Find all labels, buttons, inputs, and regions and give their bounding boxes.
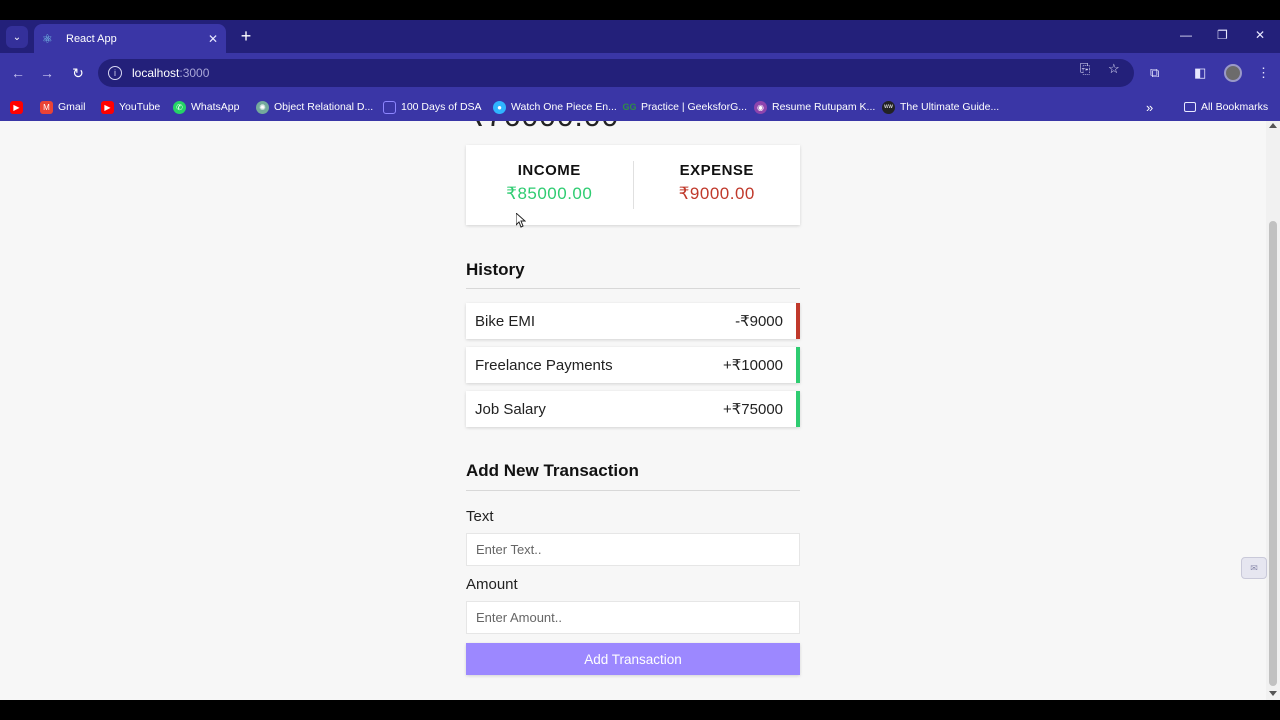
transaction-amount: +₹75000 — [722, 401, 783, 418]
geeksforgeeks-icon: GG — [622, 102, 637, 112]
extensions-icon[interactable]: ⧉ — [1150, 65, 1159, 81]
play-icon: ● — [493, 100, 506, 114]
tab-search-chevron-icon[interactable]: ⌄ — [6, 26, 28, 48]
bookmark-item[interactable]: M Gmail — [40, 99, 85, 115]
bookmark-item[interactable]: ww The Ultimate Guide... — [882, 99, 999, 115]
restore-icon[interactable]: ❐ — [1217, 28, 1228, 42]
bookmark-label: Practice | GeeksforG... — [641, 101, 748, 113]
bookmark-label: Object Relational D... — [274, 101, 374, 113]
text-input[interactable] — [466, 533, 800, 566]
url-port: :3000 — [179, 66, 210, 80]
bookmark-item[interactable]: ▶ — [10, 99, 28, 115]
amount-label: Amount — [466, 576, 518, 593]
bookmark-label: Gmail — [58, 101, 86, 113]
folder-icon — [1184, 102, 1196, 112]
transaction-amount: +₹10000 — [722, 357, 783, 374]
transaction-text: Freelance Payments — [475, 356, 613, 374]
profile-avatar[interactable] — [1224, 64, 1242, 82]
back-arrow-icon[interactable]: ← — [9, 64, 27, 82]
url-host: localhost — [132, 66, 180, 80]
bookmark-label: YouTube — [119, 101, 161, 113]
page-scrollbar[interactable] — [1266, 121, 1280, 700]
floating-widget-icon[interactable]: ✉ — [1241, 557, 1267, 579]
bookmark-star-icon[interactable]: ☆ — [1108, 61, 1120, 77]
history-title: History — [466, 260, 525, 279]
all-bookmarks-label: All Bookmarks — [1201, 101, 1269, 113]
scroll-thumb[interactable] — [1269, 221, 1277, 686]
address-bar[interactable]: i localhost :3000 — [98, 59, 1134, 87]
tab-strip: ⌄ ⚛ React App ✕ + — ❐ ✕ — [0, 20, 1280, 53]
browser-toolbar: ← → ↻ i localhost :3000 ⎘ ☆ ⧉ ◧ ⋮ — [0, 53, 1280, 93]
text-label: Text — [466, 508, 494, 525]
menu-kebab-icon[interactable]: ⋮ — [1257, 65, 1270, 81]
scroll-up-arrow-icon[interactable] — [1269, 123, 1277, 128]
new-tab-button[interactable]: + — [236, 26, 256, 46]
list-item[interactable]: Job Salary +₹75000 — [466, 391, 800, 427]
reload-icon[interactable]: ↻ — [69, 64, 87, 82]
bookmark-label: Watch One Piece En... — [511, 101, 617, 113]
side-panel-icon[interactable]: ◧ — [1194, 65, 1206, 81]
bookmark-item[interactable]: ✆ WhatsApp — [173, 99, 239, 115]
browser-tab[interactable]: ⚛ React App ✕ — [34, 24, 226, 53]
react-icon: ⚛ — [42, 31, 53, 46]
page-viewport: ₹76000.00 INCOME ₹85000.00 EXPENSE ₹9000… — [0, 121, 1280, 700]
close-window-icon[interactable]: ✕ — [1255, 28, 1265, 42]
bookmark-label: WhatsApp — [191, 101, 240, 113]
income-column: INCOME ₹85000.00 — [466, 145, 633, 225]
bookmark-item[interactable]: GG Practice | GeeksforG... — [622, 99, 748, 115]
bookmark-label: Resume Rutupam K... — [772, 101, 876, 113]
bookmark-item[interactable]: ● Watch One Piece En... — [493, 99, 617, 115]
tab-title: React App — [66, 32, 117, 45]
bookmark-label: The Ultimate Guide... — [900, 101, 1000, 113]
transaction-text: Job Salary — [475, 400, 546, 418]
history-divider — [466, 288, 800, 289]
screen: ⌄ ⚛ React App ✕ + — ❐ ✕ ← → ↻ i localhos… — [0, 0, 1280, 720]
transaction-list: Bike EMI -₹9000 Freelance Payments +₹100… — [466, 303, 800, 435]
ww-icon: ww — [882, 100, 895, 114]
income-value: ₹85000.00 — [506, 184, 593, 203]
list-item[interactable]: Bike EMI -₹9000 — [466, 303, 800, 339]
install-app-icon[interactable]: ⎘ — [1080, 61, 1090, 77]
transaction-amount: -₹9000 — [735, 313, 783, 330]
add-transaction-button[interactable]: Add Transaction — [466, 643, 800, 675]
add-transaction-title: Add New Transaction — [466, 461, 639, 480]
site-info-icon[interactable]: i — [108, 66, 122, 80]
income-label: INCOME — [517, 162, 581, 179]
transaction-text: Bike EMI — [475, 312, 536, 330]
bookmark-item[interactable]: ✺ Object Relational D... — [256, 99, 373, 115]
youtube-icon: ▶ — [101, 100, 114, 114]
close-icon[interactable]: ✕ — [208, 32, 218, 46]
gmail-icon: M — [40, 100, 53, 114]
bookmarks-bar: ▶ M Gmail ▶ YouTube ✆ WhatsApp ✺ Object … — [0, 93, 1280, 121]
scroll-down-arrow-icon[interactable] — [1269, 691, 1277, 696]
bookmark-item[interactable]: ◉ Resume Rutupam K... — [754, 99, 875, 115]
form-divider — [466, 490, 800, 491]
balance-amount-cropped: ₹76000.00 — [466, 121, 619, 134]
more-bookmarks-icon[interactable]: » — [1146, 99, 1153, 115]
list-item[interactable]: Freelance Payments +₹10000 — [466, 347, 800, 383]
bookmark-item[interactable]: ▶ YouTube — [101, 99, 160, 115]
expense-column: EXPENSE ₹9000.00 — [634, 145, 801, 225]
whatsapp-icon: ✆ — [173, 100, 186, 114]
bookmark-label: 100 Days of DSA — [401, 101, 482, 113]
amount-input[interactable] — [466, 601, 800, 634]
resume-icon: ◉ — [754, 100, 767, 114]
minimize-icon[interactable]: — — [1180, 28, 1192, 42]
chatgpt-icon: ✺ — [256, 100, 269, 114]
calendar-icon — [383, 100, 396, 114]
youtube-icon: ▶ — [10, 100, 23, 114]
bookmark-item[interactable]: 100 Days of DSA — [383, 99, 482, 115]
expense-value: ₹9000.00 — [678, 184, 755, 203]
all-bookmarks-button[interactable]: All Bookmarks — [1184, 99, 1268, 115]
forward-arrow-icon[interactable]: → — [38, 64, 56, 82]
expense-label: EXPENSE — [679, 162, 754, 179]
